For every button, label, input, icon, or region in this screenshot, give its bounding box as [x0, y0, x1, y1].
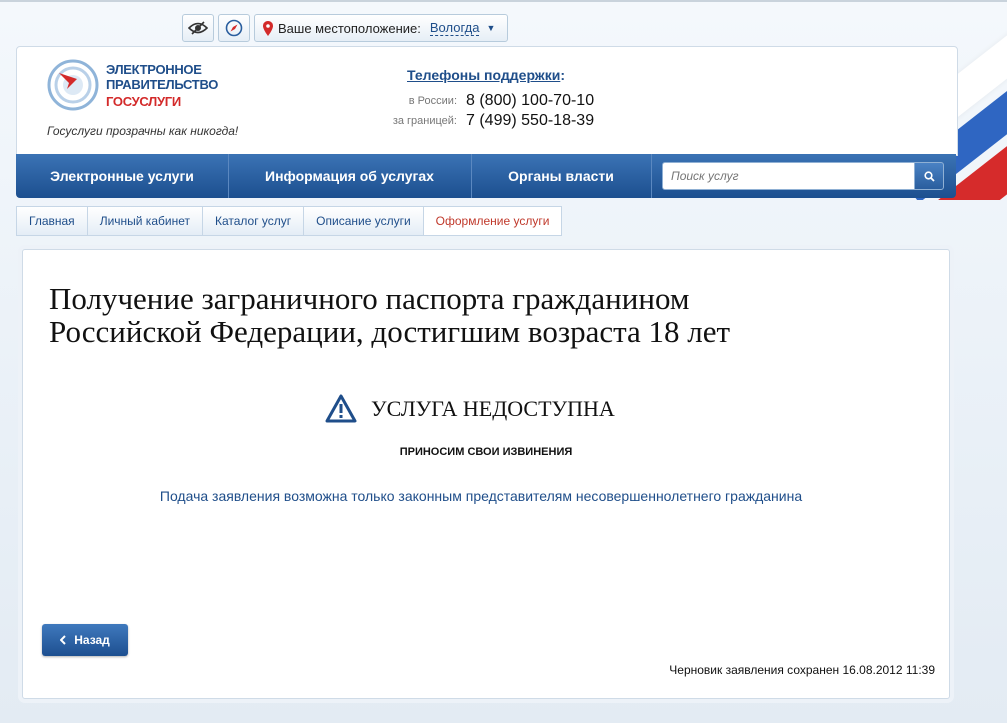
breadcrumb-catalog[interactable]: Каталог услуг — [201, 206, 305, 236]
warning-icon — [325, 394, 357, 423]
page-title: Получение заграничного паспорта граждани… — [49, 281, 731, 349]
nav-item-service-info[interactable]: Информация об услугах — [228, 154, 472, 198]
navigator-button[interactable] — [218, 14, 250, 42]
unavailable-reason: Подача заявления возможна только законны… — [159, 488, 803, 504]
breadcrumb-home[interactable]: Главная — [16, 206, 88, 236]
location-selector[interactable]: Ваше местоположение: Вологда ▼ — [254, 14, 509, 42]
draft-saved-status: Черновик заявления сохранен 16.08.2012 1… — [669, 663, 935, 677]
location-city-link[interactable]: Вологда — [429, 20, 480, 36]
low-vision-button[interactable] — [182, 14, 214, 42]
back-button[interactable]: Назад — [42, 624, 128, 656]
logo-title: ЭЛЕКТРОННОЕ ПРАВИТЕЛЬСТВО — [106, 62, 219, 92]
window-top-border — [0, 0, 1007, 2]
back-button-label: Назад — [74, 633, 110, 647]
breadcrumb: Главная Личный кабинет Каталог услуг Опи… — [16, 206, 563, 236]
site-header: ЭЛЕКТРОННОЕ ПРАВИТЕЛЬСТВО ГОСУСЛУГИ Госу… — [16, 46, 958, 156]
main-nav: Электронные услуги Информация об услугах… — [16, 154, 956, 198]
nav-item-authorities[interactable]: Органы власти — [471, 154, 652, 198]
low-vision-icon — [188, 21, 208, 35]
chevron-left-icon — [60, 635, 66, 645]
phone-label-abroad: за границей: — [392, 115, 457, 127]
location-label: Ваше местоположение: — [278, 20, 421, 36]
chevron-down-icon: ▼ — [486, 23, 496, 33]
nav-item-electronic-services[interactable]: Электронные услуги — [16, 154, 229, 198]
service-status: УСЛУГА НЕДОСТУПНА — [325, 394, 615, 423]
breadcrumb-account[interactable]: Личный кабинет — [86, 206, 203, 236]
map-pin-icon — [263, 20, 273, 36]
breadcrumb-service-description[interactable]: Описание услуги — [303, 206, 424, 236]
logo-subtitle: ГОСУСЛУГИ — [106, 94, 181, 109]
compass-icon — [225, 19, 243, 37]
slogan: Госуслуги прозрачны как никогда! — [47, 124, 239, 138]
breadcrumb-current: Оформление услуги — [422, 206, 563, 236]
phone-number-abroad: 7 (499) 550-18-39 — [466, 112, 595, 129]
support-phones-title[interactable]: Телефоны поддержки: — [407, 67, 565, 83]
apology-text: ПРИНОСИМ СВОИ ИЗВИНЕНИЯ — [399, 446, 573, 458]
utility-bar: Ваше местоположение: Вологда ▼ — [182, 14, 509, 42]
search-icon — [923, 170, 935, 182]
search-box — [662, 162, 944, 190]
search-input[interactable] — [662, 162, 918, 190]
main-content: Получение заграничного паспорта граждани… — [22, 249, 950, 699]
service-unavailable-text: УСЛУГА НЕДОСТУПНА — [371, 395, 615, 421]
phone-number-russia: 8 (800) 100-70-10 — [466, 92, 595, 109]
gosuslugi-logo-icon[interactable] — [47, 59, 99, 111]
search-button[interactable] — [914, 162, 944, 190]
phone-label-russia: в России: — [408, 95, 457, 107]
